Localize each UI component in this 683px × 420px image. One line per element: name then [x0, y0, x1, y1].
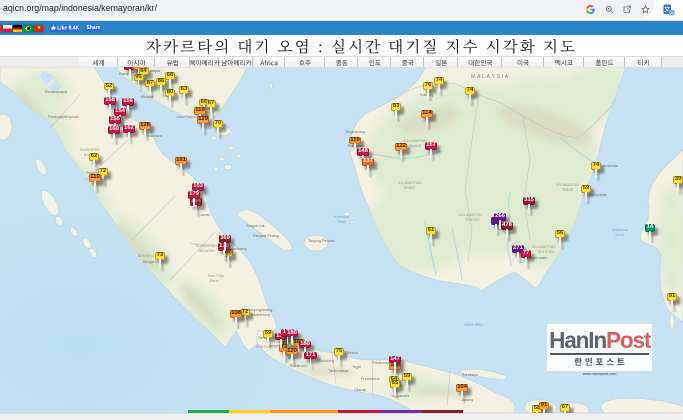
- svg-text:Padangsidempuan: Padangsidempuan: [48, 115, 79, 119]
- svg-text:KALIMANTAN: KALIMANTAN: [459, 213, 482, 217]
- svg-text:Melaka: Melaka: [141, 95, 154, 99]
- svg-text:Johor Bahru: Johor Bahru: [176, 115, 196, 119]
- svg-text:Cilacap: Cilacap: [354, 388, 366, 392]
- svg-text:Batu Raja: Batu Raja: [208, 274, 224, 278]
- svg-text:Lumpur: Lumpur: [148, 69, 161, 73]
- svg-text:SUMATERA: SUMATERA: [80, 148, 100, 152]
- svg-text:BANTEN: BANTEN: [256, 345, 271, 349]
- svg-text:Pekanbaru: Pekanbaru: [144, 134, 162, 138]
- svg-text:Rantauprapat: Rantauprapat: [45, 90, 67, 94]
- svg-text:Strait: Strait: [615, 233, 625, 237]
- svg-text:Samarinda: Samarinda: [600, 164, 619, 168]
- svg-text:A: A: [670, 11, 673, 16]
- svg-text:Klang: Klang: [119, 72, 128, 76]
- svg-text:Strait: Strait: [337, 220, 347, 224]
- svg-text:Bogor: Bogor: [288, 356, 299, 360]
- svg-text:TIMUR: TIMUR: [562, 188, 574, 192]
- svg-text:Tanjungkarang-: Tanjungkarang-: [248, 308, 274, 312]
- svg-text:KALIMANTAN: KALIMANTAN: [532, 245, 555, 249]
- svg-text:Telukbetung: Telukbetung: [250, 313, 270, 317]
- svg-text:BARAT: BARAT: [410, 144, 423, 148]
- svg-text:BARAT: BARAT: [404, 186, 417, 190]
- svg-text:Pangkal Pinang: Pangkal Pinang: [253, 234, 279, 238]
- svg-text:SUMATERA: SUMATERA: [196, 244, 216, 248]
- svg-text:Purwokerto: Purwokerto: [361, 377, 380, 381]
- svg-text:Sungai Liat: Sungai Liat: [246, 224, 264, 228]
- svg-text:TENGAH: TENGAH: [465, 218, 480, 222]
- svg-text:Karimata: Karimata: [334, 215, 349, 219]
- svg-text:Bandung: Bandung: [319, 359, 334, 363]
- svg-text:Makassar: Makassar: [612, 228, 629, 232]
- svg-text:Malang: Malang: [461, 398, 473, 402]
- svg-text:Surabaya: Surabaya: [462, 373, 479, 377]
- svg-text:Balikpapan: Balikpapan: [589, 193, 607, 197]
- svg-text:Bengkulu: Bengkulu: [143, 260, 158, 264]
- svg-text:KALIMANTAN: KALIMANTAN: [404, 139, 427, 143]
- svg-text:Sukabumi: Sukabumi: [290, 364, 307, 368]
- svg-text:Singkawang: Singkawang: [345, 130, 365, 134]
- svg-text:KALIMANTAN: KALIMANTAN: [398, 181, 421, 185]
- svg-text:Tasikmalaya: Tasikmalaya: [328, 369, 349, 373]
- svg-text:Barat: Barat: [210, 279, 219, 283]
- svg-text:MALAYSIA: MALAYSIA: [471, 74, 510, 80]
- svg-text:Java Sea: Java Sea: [463, 322, 483, 327]
- svg-text:Cirebon: Cirebon: [345, 351, 358, 355]
- svg-text:Tanjung Pandan: Tanjung Pandan: [308, 239, 335, 243]
- svg-text:Jambi: Jambi: [200, 213, 210, 217]
- svg-text:SELATAN: SELATAN: [199, 249, 215, 253]
- svg-text:Tegal: Tegal: [352, 365, 361, 369]
- svg-text:KALIMANTAN: KALIMANTAN: [556, 183, 579, 187]
- svg-text:SELATAN: SELATAN: [538, 250, 554, 254]
